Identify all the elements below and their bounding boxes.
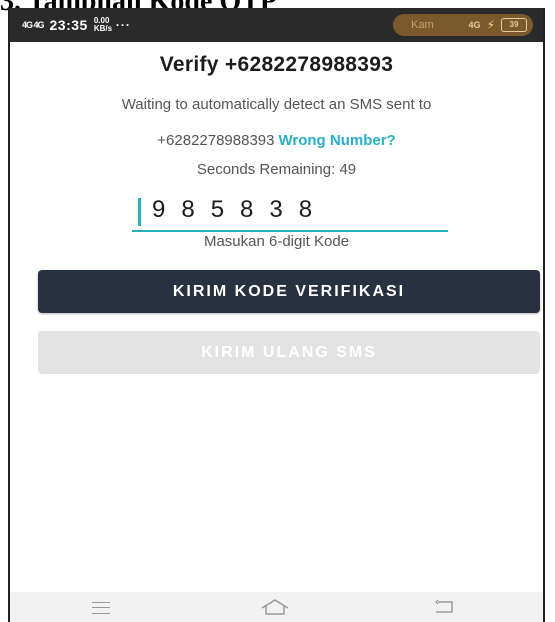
charging-icon: ⚡ [486,18,495,32]
status-right: Kam 4G ⚡ 39 [393,14,533,36]
back-icon[interactable] [432,598,456,619]
network-type-icon: 4G [468,20,481,30]
submit-verification-button[interactable]: KIRIM KODE VERIFIKASI [38,270,540,313]
resend-sms-button[interactable]: KIRIM ULANG SMS [38,331,540,374]
clock: 23:35 [49,17,88,33]
navigation-bar [10,592,543,622]
carrier-label: Kam [411,19,434,31]
phone-number-line: +6282278988393 Wrong Number? [10,132,543,149]
otp-value: 985838 [152,196,329,223]
text-cursor [138,198,141,226]
menu-icon[interactable] [92,598,110,614]
wrong-number-link[interactable]: Wrong Number? [279,132,396,149]
signal-icon: 4G 4G [22,19,44,30]
waiting-message: Waiting to automatically detect an SMS s… [121,96,432,113]
phone-number: +6282278988393 [157,132,275,149]
otp-input[interactable]: 985838 [132,194,448,232]
more-notifications-icon: ··· [115,18,131,32]
page-title: Verify +6282278988393 [159,53,394,76]
battery-icon: 39 [501,18,527,32]
phone-screen: 4G 4G 23:35 0.00 KB/s ··· Kam 4G ⚡ 39 Ve… [8,8,545,622]
network-speed: 0.00 KB/s [93,16,113,33]
status-left: 4G 4G 23:35 0.00 KB/s ··· [22,16,131,34]
status-bar: 4G 4G 23:35 0.00 KB/s ··· Kam 4G ⚡ 39 [10,8,543,42]
home-icon[interactable] [260,598,290,621]
otp-hint: Masukan 6-digit Kode [203,233,350,250]
countdown-timer: Seconds Remaining: 49 [196,161,357,178]
